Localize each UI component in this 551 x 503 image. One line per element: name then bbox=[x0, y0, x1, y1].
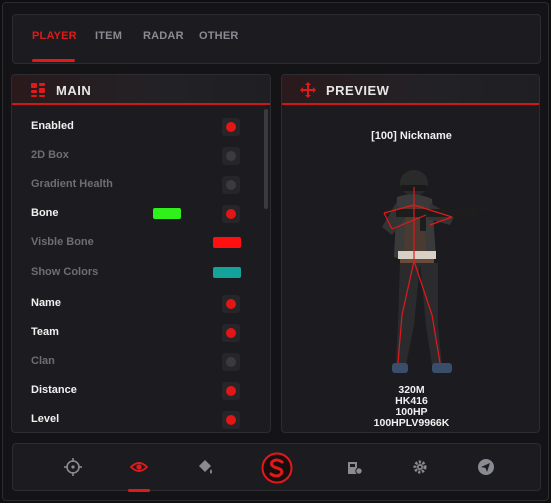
clan-toggle[interactable] bbox=[222, 353, 240, 371]
option-row-name: Name bbox=[12, 292, 262, 316]
option-label: Enabled bbox=[31, 120, 74, 132]
option-label: Bone bbox=[31, 207, 59, 219]
player-model-preview bbox=[382, 170, 488, 373]
bone-color-swatch[interactable] bbox=[153, 208, 181, 219]
active-tab-indicator bbox=[32, 59, 75, 62]
option-row-show-colors: Show Colors bbox=[12, 261, 262, 285]
name-toggle[interactable] bbox=[222, 295, 240, 313]
option-row-level: Level bbox=[12, 408, 262, 432]
option-row-2d-box: 2D Box bbox=[12, 144, 262, 168]
show-colors-swatch[interactable] bbox=[213, 267, 241, 278]
main-panel-scrollbar[interactable] bbox=[264, 109, 268, 209]
option-row-gradient-health: Gradient Health bbox=[12, 173, 262, 197]
option-row-clan: Clan bbox=[12, 350, 262, 374]
main-panel: MAIN Enabled 2D Box Gradient Health Bone… bbox=[11, 74, 271, 433]
gradient-health-toggle[interactable] bbox=[222, 176, 240, 194]
option-label: Visble Bone bbox=[31, 236, 94, 248]
preview-panel-header: PREVIEW bbox=[282, 75, 539, 105]
distance-toggle[interactable] bbox=[222, 382, 240, 400]
2d-box-toggle[interactable] bbox=[222, 147, 240, 165]
option-label: Gradient Health bbox=[31, 178, 113, 190]
option-row-distance: Distance bbox=[12, 379, 262, 403]
level-toggle[interactable] bbox=[222, 411, 240, 429]
eye-icon[interactable] bbox=[130, 458, 148, 476]
preview-panel-title: PREVIEW bbox=[326, 83, 390, 98]
option-label: Clan bbox=[31, 355, 55, 367]
enabled-toggle[interactable] bbox=[222, 118, 240, 136]
active-nav-indicator bbox=[128, 489, 150, 492]
logo-s-icon[interactable] bbox=[261, 452, 293, 484]
team-toggle[interactable] bbox=[222, 324, 240, 342]
preview-panel: PREVIEW [100] Nickname 320M HK416 100HP … bbox=[281, 74, 540, 433]
top-tab-bar: PLAYER ITEM RADAR OTHER bbox=[12, 14, 541, 64]
tab-other[interactable]: OTHER bbox=[199, 30, 239, 42]
main-panel-header: MAIN bbox=[12, 75, 270, 105]
option-label: Show Colors bbox=[31, 266, 99, 278]
send-icon[interactable] bbox=[477, 458, 495, 476]
bottom-nav-bar bbox=[12, 443, 541, 492]
grid-icon bbox=[31, 83, 45, 97]
option-row-team: Team bbox=[12, 321, 262, 345]
tab-item[interactable]: ITEM bbox=[95, 30, 122, 42]
option-label: Level bbox=[31, 413, 60, 425]
player-nickname: [100] Nickname bbox=[371, 130, 452, 142]
car-settings-icon[interactable] bbox=[345, 458, 363, 476]
tab-player[interactable]: PLAYER bbox=[32, 30, 77, 42]
move-arrows-icon bbox=[300, 82, 316, 98]
visible-bone-color-swatch[interactable] bbox=[213, 237, 241, 248]
option-label: Distance bbox=[31, 384, 77, 396]
option-row-enabled: Enabled bbox=[12, 115, 262, 139]
option-row-bone: Bone bbox=[12, 202, 262, 226]
crosshair-icon[interactable] bbox=[64, 458, 82, 476]
option-label: Name bbox=[31, 297, 61, 309]
main-panel-title: MAIN bbox=[56, 83, 92, 98]
tab-radar[interactable]: RADAR bbox=[143, 30, 184, 42]
bone-toggle[interactable] bbox=[222, 205, 240, 223]
option-row-visible-bone: Visble Bone bbox=[12, 231, 262, 255]
paint-bucket-icon[interactable] bbox=[196, 458, 214, 476]
gear-icon[interactable] bbox=[411, 458, 429, 476]
player-extra-info: 100HPLV9966K bbox=[373, 417, 450, 429]
option-label: Team bbox=[31, 326, 59, 338]
option-label: 2D Box bbox=[31, 149, 69, 161]
